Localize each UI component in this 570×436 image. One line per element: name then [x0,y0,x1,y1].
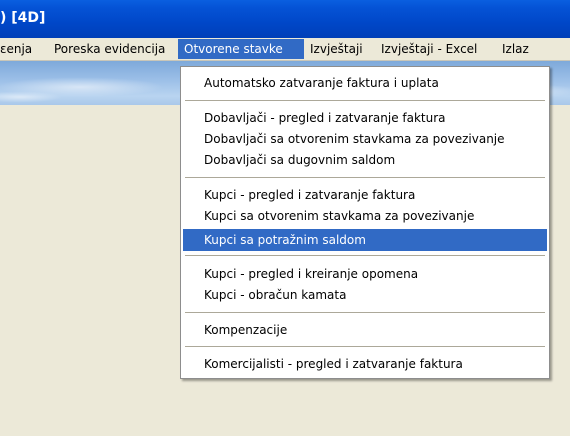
menu-option-dobavljaci-otvorene-stavke[interactable]: Dobavljači sa otvorenim stavkama za pove… [183,129,547,150]
menu-option-komercijalisti[interactable]: Komercijalisti - pregled i zatvaranje fa… [183,354,547,375]
menu-separator [185,255,545,257]
menu-option-kupci-potrazni-saldo[interactable]: Kupci sa potražnim saldom [183,229,547,251]
menu-separator [185,312,545,314]
menu-option-kupci-pregled[interactable]: Kupci - pregled i zatvaranje faktura [183,185,547,206]
menu-item-partial[interactable]: ɛenja [0,39,38,59]
menu-option-kupci-otvorene-stavke[interactable]: Kupci sa otvorenim stavkama za povezivan… [183,206,547,227]
menu-item-otvorene-stavke[interactable]: Otvorene stavke [178,39,304,59]
menu-bar: ɛenja Poreska evidencija Otvorene stavke… [0,38,570,61]
menu-item-izvjestaji-excel[interactable]: Izvještaji - Excel [375,39,483,59]
menu-option-dobavljaci-pregled[interactable]: Dobavljači - pregled i zatvaranje faktur… [183,108,547,129]
menu-option-dobavljaci-dugovni-saldo[interactable]: Dobavljači sa dugovnim saldom [183,150,547,171]
menu-option-automatsko-zatvaranje[interactable]: Automatsko zatvaranje faktura i uplata [183,73,547,94]
menu-item-poreska-evidencija[interactable]: Poreska evidencija [48,39,171,59]
otvorene-stavke-dropdown-menu: Automatsko zatvaranje faktura i uplata D… [180,66,550,379]
menu-item-izvjestaji[interactable]: Izvještaji [304,39,369,59]
menu-option-kompenzacije[interactable]: Kompenzacije [183,320,547,341]
menu-option-kupci-kamate[interactable]: Kupci - obračun kamata [183,285,547,306]
window-title: ) [4D] [0,10,46,26]
menu-separator [185,346,545,348]
menu-option-kupci-opomene[interactable]: Kupci - pregled i kreiranje opomena [183,264,547,285]
menu-item-izlaz[interactable]: Izlaz [496,39,535,59]
window-titlebar: ) [4D] [0,0,570,38]
menu-separator [185,177,545,179]
menu-separator [185,100,545,102]
